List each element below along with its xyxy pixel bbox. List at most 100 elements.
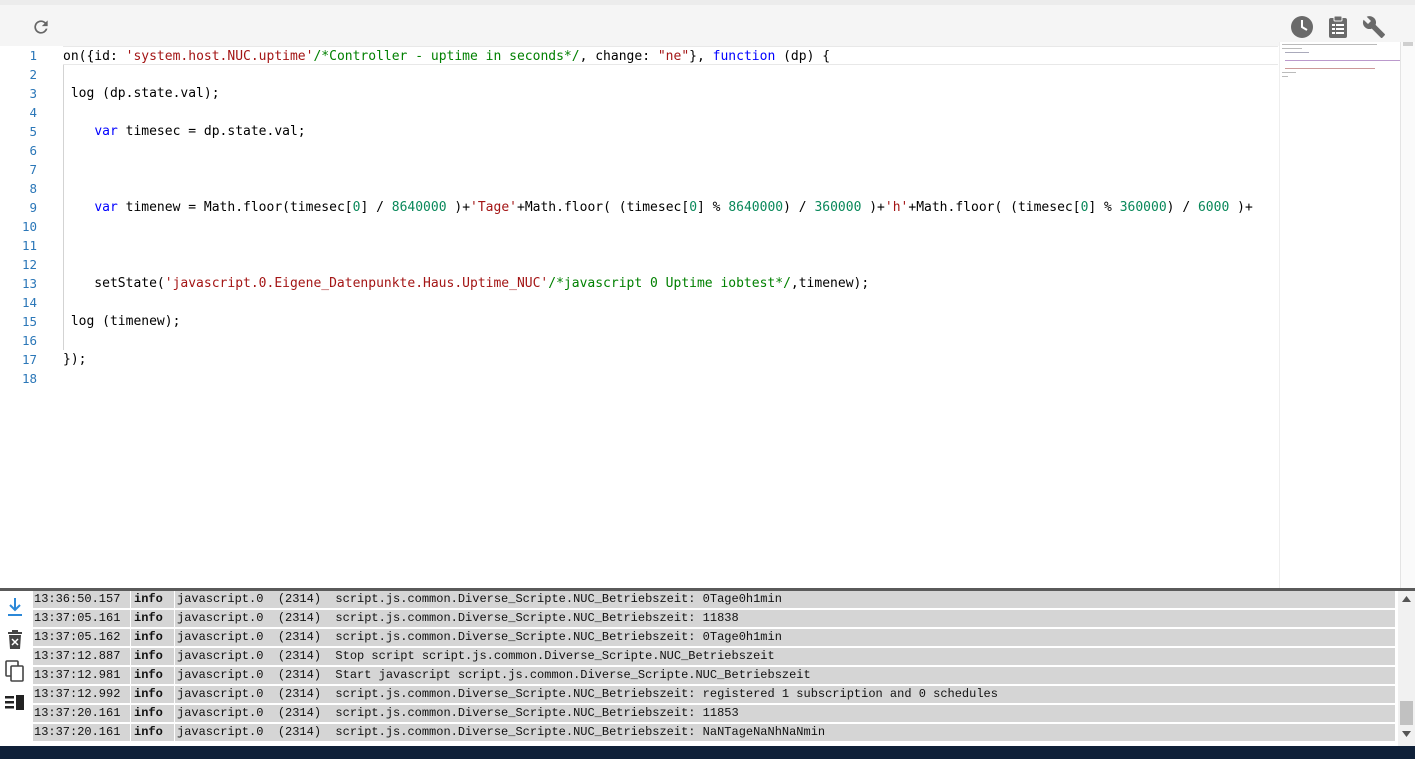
- log-column-separator: [130, 629, 131, 646]
- line-number: 9: [29, 200, 37, 215]
- log-time: 13:37:05.161: [34, 611, 121, 625]
- line-number: 13: [21, 276, 37, 291]
- log-time: 13:36:50.157: [34, 592, 121, 606]
- code-line[interactable]: });: [63, 350, 1278, 369]
- code-line[interactable]: [63, 369, 1278, 388]
- line-number: 10: [21, 219, 37, 234]
- log-message: javascript.0 (2314) Start javascript scr…: [177, 668, 811, 682]
- log-scrollbar[interactable]: [1398, 591, 1415, 746]
- log-column-separator: [174, 686, 175, 703]
- copy-icon[interactable]: [4, 660, 26, 682]
- log-time: 13:37:20.161: [34, 706, 121, 720]
- log-row[interactable]: 13:37:12.887 info javascript.0 (2314) Stop…: [33, 648, 1395, 665]
- scrollbar-thumb[interactable]: [1403, 42, 1413, 46]
- line-number: 3: [29, 86, 37, 101]
- log-level: info: [134, 649, 163, 663]
- log-row[interactable]: 13:37:20.161 info javascript.0 (2314) scri…: [33, 705, 1395, 722]
- log-row[interactable]: 13:37:12.992 info javascript.0 (2314) scri…: [33, 686, 1395, 703]
- minimap-line: [1282, 44, 1377, 45]
- minimap-line: [1282, 72, 1296, 73]
- code-line[interactable]: log (timenew);: [63, 312, 1278, 331]
- log-level: info: [134, 592, 163, 606]
- line-number: 12: [21, 257, 37, 272]
- log-message: javascript.0 (2314) script.js.common.Div…: [177, 630, 782, 644]
- code-line[interactable]: [63, 293, 1278, 312]
- log-message: javascript.0 (2314) Stop script script.j…: [177, 649, 775, 663]
- log-column-separator: [130, 667, 131, 684]
- log-toolbar: [0, 591, 30, 746]
- code-line[interactable]: var timenew = Math.floor(timesec[0] / 86…: [63, 198, 1278, 217]
- minimap-line: [1285, 52, 1309, 53]
- log-row[interactable]: 13:37:20.161 info javascript.0 (2314) scri…: [33, 724, 1395, 741]
- code-line[interactable]: [63, 255, 1278, 274]
- scroll-down-icon[interactable]: [4, 596, 26, 618]
- log-column-separator: [130, 591, 131, 608]
- line-number: 14: [21, 295, 37, 310]
- log-column-separator: [130, 705, 131, 722]
- line-number: 18: [21, 371, 37, 386]
- wrench-icon[interactable]: [1360, 13, 1388, 41]
- code-line[interactable]: [63, 141, 1278, 160]
- code-line[interactable]: [63, 65, 1278, 84]
- scroll-down-arrow-icon[interactable]: [1402, 731, 1411, 737]
- log-level: info: [134, 668, 163, 682]
- clear-log-icon[interactable]: [4, 629, 26, 651]
- editor-scrollbar[interactable]: [1400, 42, 1415, 588]
- log-column-separator: [174, 724, 175, 741]
- code-editor[interactable]: 1 2 3 4 5 6 7 8 9 10 11 12 13 14 15 16 17 18 on({id: 'sys…: [0, 46, 1278, 588]
- line-number: 5: [29, 124, 37, 139]
- line-number: 1: [29, 48, 37, 63]
- line-number: 4: [29, 105, 37, 120]
- line-number: 7: [29, 162, 37, 177]
- log-level: info: [134, 725, 163, 739]
- log-column-separator: [174, 705, 175, 722]
- log-time: 13:37:05.162: [34, 630, 121, 644]
- code-line[interactable]: [63, 331, 1278, 350]
- line-number: 16: [21, 333, 37, 348]
- line-number: 6: [29, 143, 37, 158]
- os-taskbar: [0, 746, 1415, 759]
- log-time: 13:37:12.981: [34, 668, 121, 682]
- line-number: 2: [29, 67, 37, 82]
- minimap-line: [1285, 68, 1375, 69]
- log-message: javascript.0 (2314) script.js.common.Div…: [177, 725, 826, 739]
- line-number-gutter: 1 2 3 4 5 6 7 8 9 10 11 12 13 14 15 16 17 18: [0, 46, 50, 388]
- log-time: 13:37:12.887: [34, 649, 121, 663]
- log-row[interactable]: 13:37:05.162 info javascript.0 (2314) scri…: [33, 629, 1395, 646]
- log-time: 13:37:20.161: [34, 725, 121, 739]
- log-message: javascript.0 (2314) script.js.common.Div…: [177, 687, 998, 701]
- clock-icon[interactable]: [1288, 13, 1316, 41]
- log-row[interactable]: 13:37:05.161 info javascript.0 (2314) scri…: [33, 610, 1395, 627]
- clipboard-icon[interactable]: [1324, 13, 1352, 41]
- code-line[interactable]: setState('javascript.0.Eigene_Datenpunkt…: [63, 274, 1278, 293]
- log-row[interactable]: 13:36:50.157 info javascript.0 (2314) scri…: [33, 591, 1395, 608]
- filter-icon[interactable]: [4, 692, 26, 714]
- code-line[interactable]: on({id: 'system.host.NUC.uptime'/*Contro…: [63, 46, 1278, 65]
- editor-toolbar: [0, 0, 1415, 46]
- code-line[interactable]: [63, 160, 1278, 179]
- log-column-separator: [130, 610, 131, 627]
- log-row[interactable]: 13:37:12.981 info javascript.0 (2314) Star…: [33, 667, 1395, 684]
- code-line[interactable]: [63, 236, 1278, 255]
- log-list: 13:36:50.157 info javascript.0 (2314) scri…: [33, 591, 1395, 743]
- code-line[interactable]: [63, 179, 1278, 198]
- minimap-line: [1285, 60, 1400, 61]
- log-message: javascript.0 (2314) script.js.common.Div…: [177, 611, 739, 625]
- code-line[interactable]: var timesec = dp.state.val;: [63, 122, 1278, 141]
- log-panel: 13:36:50.157 info javascript.0 (2314) scri…: [0, 591, 1415, 746]
- code-area[interactable]: on({id: 'system.host.NUC.uptime'/*Contro…: [63, 46, 1278, 388]
- scrollbar-thumb[interactable]: [1400, 701, 1413, 725]
- log-column-separator: [174, 591, 175, 608]
- log-level: info: [134, 611, 163, 625]
- log-level: info: [134, 630, 163, 644]
- code-line[interactable]: [63, 217, 1278, 236]
- log-column-separator: [174, 648, 175, 665]
- code-minimap[interactable]: [1279, 42, 1401, 588]
- code-line[interactable]: [63, 103, 1278, 122]
- refresh-icon[interactable]: [27, 13, 55, 41]
- log-message: javascript.0 (2314) script.js.common.Div…: [177, 592, 782, 606]
- scroll-up-arrow-icon[interactable]: [1402, 596, 1411, 602]
- minimap-line: [1282, 48, 1302, 49]
- line-number: 11: [21, 238, 37, 253]
- code-line[interactable]: log (dp.state.val);: [63, 84, 1278, 103]
